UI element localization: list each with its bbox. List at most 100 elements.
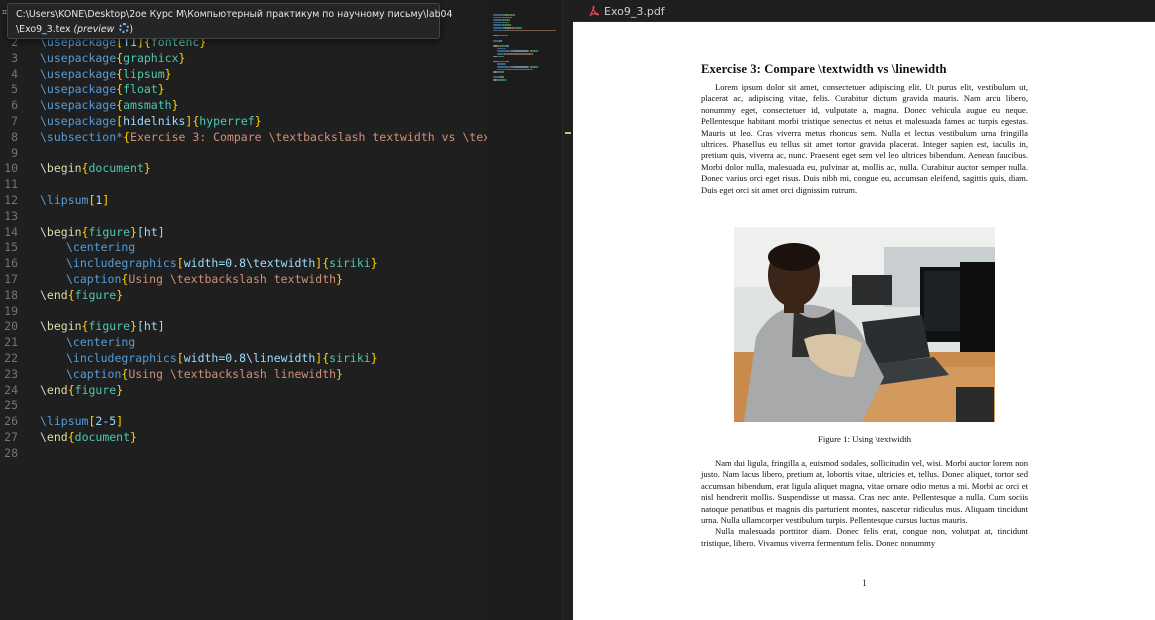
- code-token: [ht]: [136, 319, 165, 334]
- minimap-stroke: [501, 40, 503, 42]
- code-line[interactable]: 28: [0, 446, 487, 462]
- minimap-stroke: [508, 21, 510, 24]
- code-line[interactable]: 16 \includegraphics[width=0.8\textwidth]{…: [0, 256, 487, 272]
- code-token: }: [254, 113, 262, 128]
- code-line[interactable]: 8 \subsection*{Exercise 3: Compare \textb…: [0, 130, 487, 146]
- code-token: }: [143, 161, 151, 176]
- code-line[interactable]: 15 \centering: [0, 240, 487, 256]
- minimap-stroke: [493, 14, 503, 16]
- pdf-tab[interactable]: Exo9_3.pdf: [579, 0, 675, 22]
- code-token: [ht]: [136, 224, 165, 239]
- line-number: 8: [11, 129, 18, 144]
- code-token: \usepackage: [40, 82, 117, 97]
- code-line[interactable]: 19: [0, 304, 487, 320]
- line-source: \usepackage{float}: [40, 82, 165, 98]
- line-number: 14: [4, 224, 18, 239]
- minimap-stroke: [493, 16, 503, 19]
- code-token: hyperref: [199, 113, 255, 128]
- code-line[interactable]: 13: [0, 209, 487, 225]
- code-line[interactable]: 4 \usepackage{lipsum}: [0, 67, 487, 83]
- minimap-stroke: [493, 27, 503, 29]
- code-line[interactable]: 12 \lipsum[1]: [0, 193, 487, 209]
- code-token: \subsection*: [40, 129, 124, 144]
- code-line[interactable]: 21 \centering: [0, 335, 487, 351]
- tooltip-file: \Exo9_3.tex (preview ): [16, 22, 431, 37]
- code-token: \caption: [66, 271, 122, 286]
- code-editor[interactable]: 2 \usepackage[T1]{fontenc} 3 \usepackage{gr…: [0, 0, 573, 620]
- minimap-stroke: [510, 24, 512, 26]
- minimap-stroke: [511, 16, 513, 19]
- code-line[interactable]: 27 \end{document}: [0, 430, 487, 446]
- minimap-stroke: [514, 14, 515, 16]
- code-token: Using \textbackslash linewidth: [128, 366, 337, 381]
- minimap-stroke: [497, 66, 512, 68]
- minimap-stroke: [503, 27, 512, 29]
- pdf-file-icon: [589, 5, 599, 17]
- code-token: siriki: [329, 256, 371, 271]
- minimap-stroke: [497, 63, 506, 65]
- minimap-stroke: [499, 45, 505, 47]
- code-token: {: [123, 129, 131, 144]
- code-line[interactable]: 22 \includegraphics[width=0.8\linewidth]{…: [0, 351, 487, 367]
- minimap-stroke: [536, 50, 538, 52]
- code-line[interactable]: 7 \usepackage[hidelniks]{hyperref}: [0, 114, 487, 130]
- code-line[interactable]: 3 \usepackage{graphicx}: [0, 51, 487, 67]
- line-number: 7: [11, 113, 18, 128]
- code-line[interactable]: 17 \caption{Using \textbackslash textwidt…: [0, 272, 487, 288]
- code-token: {: [67, 287, 75, 302]
- code-line[interactable]: 23 \caption{Using \textbackslash linewidt…: [0, 367, 487, 383]
- minimap-stroke: [505, 68, 533, 71]
- code-token: ]: [102, 192, 110, 207]
- code-line[interactable]: 11: [0, 177, 487, 193]
- code-line[interactable]: 5 \usepackage{float}: [0, 82, 487, 98]
- vertical-scrollbar[interactable]: [562, 0, 573, 620]
- code-token: }: [164, 66, 172, 81]
- code-token: }: [116, 382, 124, 397]
- minimap-stroke: [505, 60, 510, 63]
- code-line[interactable]: 10 \begin{document}: [0, 161, 487, 177]
- code-line[interactable]: 25: [0, 398, 487, 414]
- minimap-stroke: [497, 47, 506, 50]
- minimap-stroke: [506, 34, 508, 37]
- line-number: 19: [4, 303, 18, 318]
- line-number: 17: [4, 271, 18, 286]
- line-source: \begin{figure}[ht]: [40, 225, 165, 241]
- minimap-stroke: [532, 53, 534, 55]
- gear-icon: [119, 23, 130, 33]
- code-line[interactable]: 26 \lipsum[2-5]: [0, 414, 487, 430]
- pdf-page[interactable]: Exercise 3: Compare \textwidth vs \linew…: [573, 22, 1155, 620]
- code-line[interactable]: 18 \end{figure}: [0, 288, 487, 304]
- code-token: \usepackage: [40, 113, 117, 128]
- code-token: \usepackage: [40, 50, 117, 65]
- code-line[interactable]: 20 \begin{figure}[ht]: [0, 319, 487, 335]
- line-number: 10: [4, 161, 18, 176]
- code-line[interactable]: 24 \end{figure}: [0, 383, 487, 399]
- code-line[interactable]: 9: [0, 146, 487, 162]
- line-source: \centering: [40, 240, 135, 256]
- code-token: \includegraphics: [66, 350, 177, 365]
- minimap-stroke: [493, 19, 503, 21]
- pdf-section-title: Exercise 3: Compare \textwidth vs \linew…: [701, 62, 947, 76]
- code-token: [: [176, 256, 184, 271]
- minimap-stroke: [497, 68, 505, 71]
- pdf-paragraph-2: Nam dui ligula, fringilla a, euismod sod…: [701, 458, 1028, 549]
- line-number: 25: [4, 398, 18, 413]
- code-token: }: [370, 256, 378, 271]
- line-source: \usepackage{graphicx}: [40, 51, 185, 67]
- line-number: 9: [11, 145, 18, 160]
- code-line[interactable]: 14 \begin{figure}[ht]: [0, 225, 487, 241]
- code-line[interactable]: 6 \usepackage{amsmath}: [0, 98, 487, 114]
- code-token: }: [336, 366, 343, 381]
- code-token: graphicx: [123, 50, 179, 65]
- code-area[interactable]: 2 \usepackage[T1]{fontenc} 3 \usepackage{gr…: [0, 35, 487, 620]
- code-token: figure: [74, 287, 117, 302]
- code-token: }: [171, 98, 179, 113]
- code-token: {: [67, 429, 75, 444]
- minimap-stroke: [493, 24, 503, 26]
- line-number: 20: [4, 319, 18, 334]
- code-token: figure: [74, 382, 117, 397]
- code-token: siriki: [329, 350, 371, 365]
- line-number: 22: [4, 350, 18, 365]
- minimap[interactable]: [487, 0, 562, 620]
- line-source: \lipsum[2-5]: [40, 414, 123, 430]
